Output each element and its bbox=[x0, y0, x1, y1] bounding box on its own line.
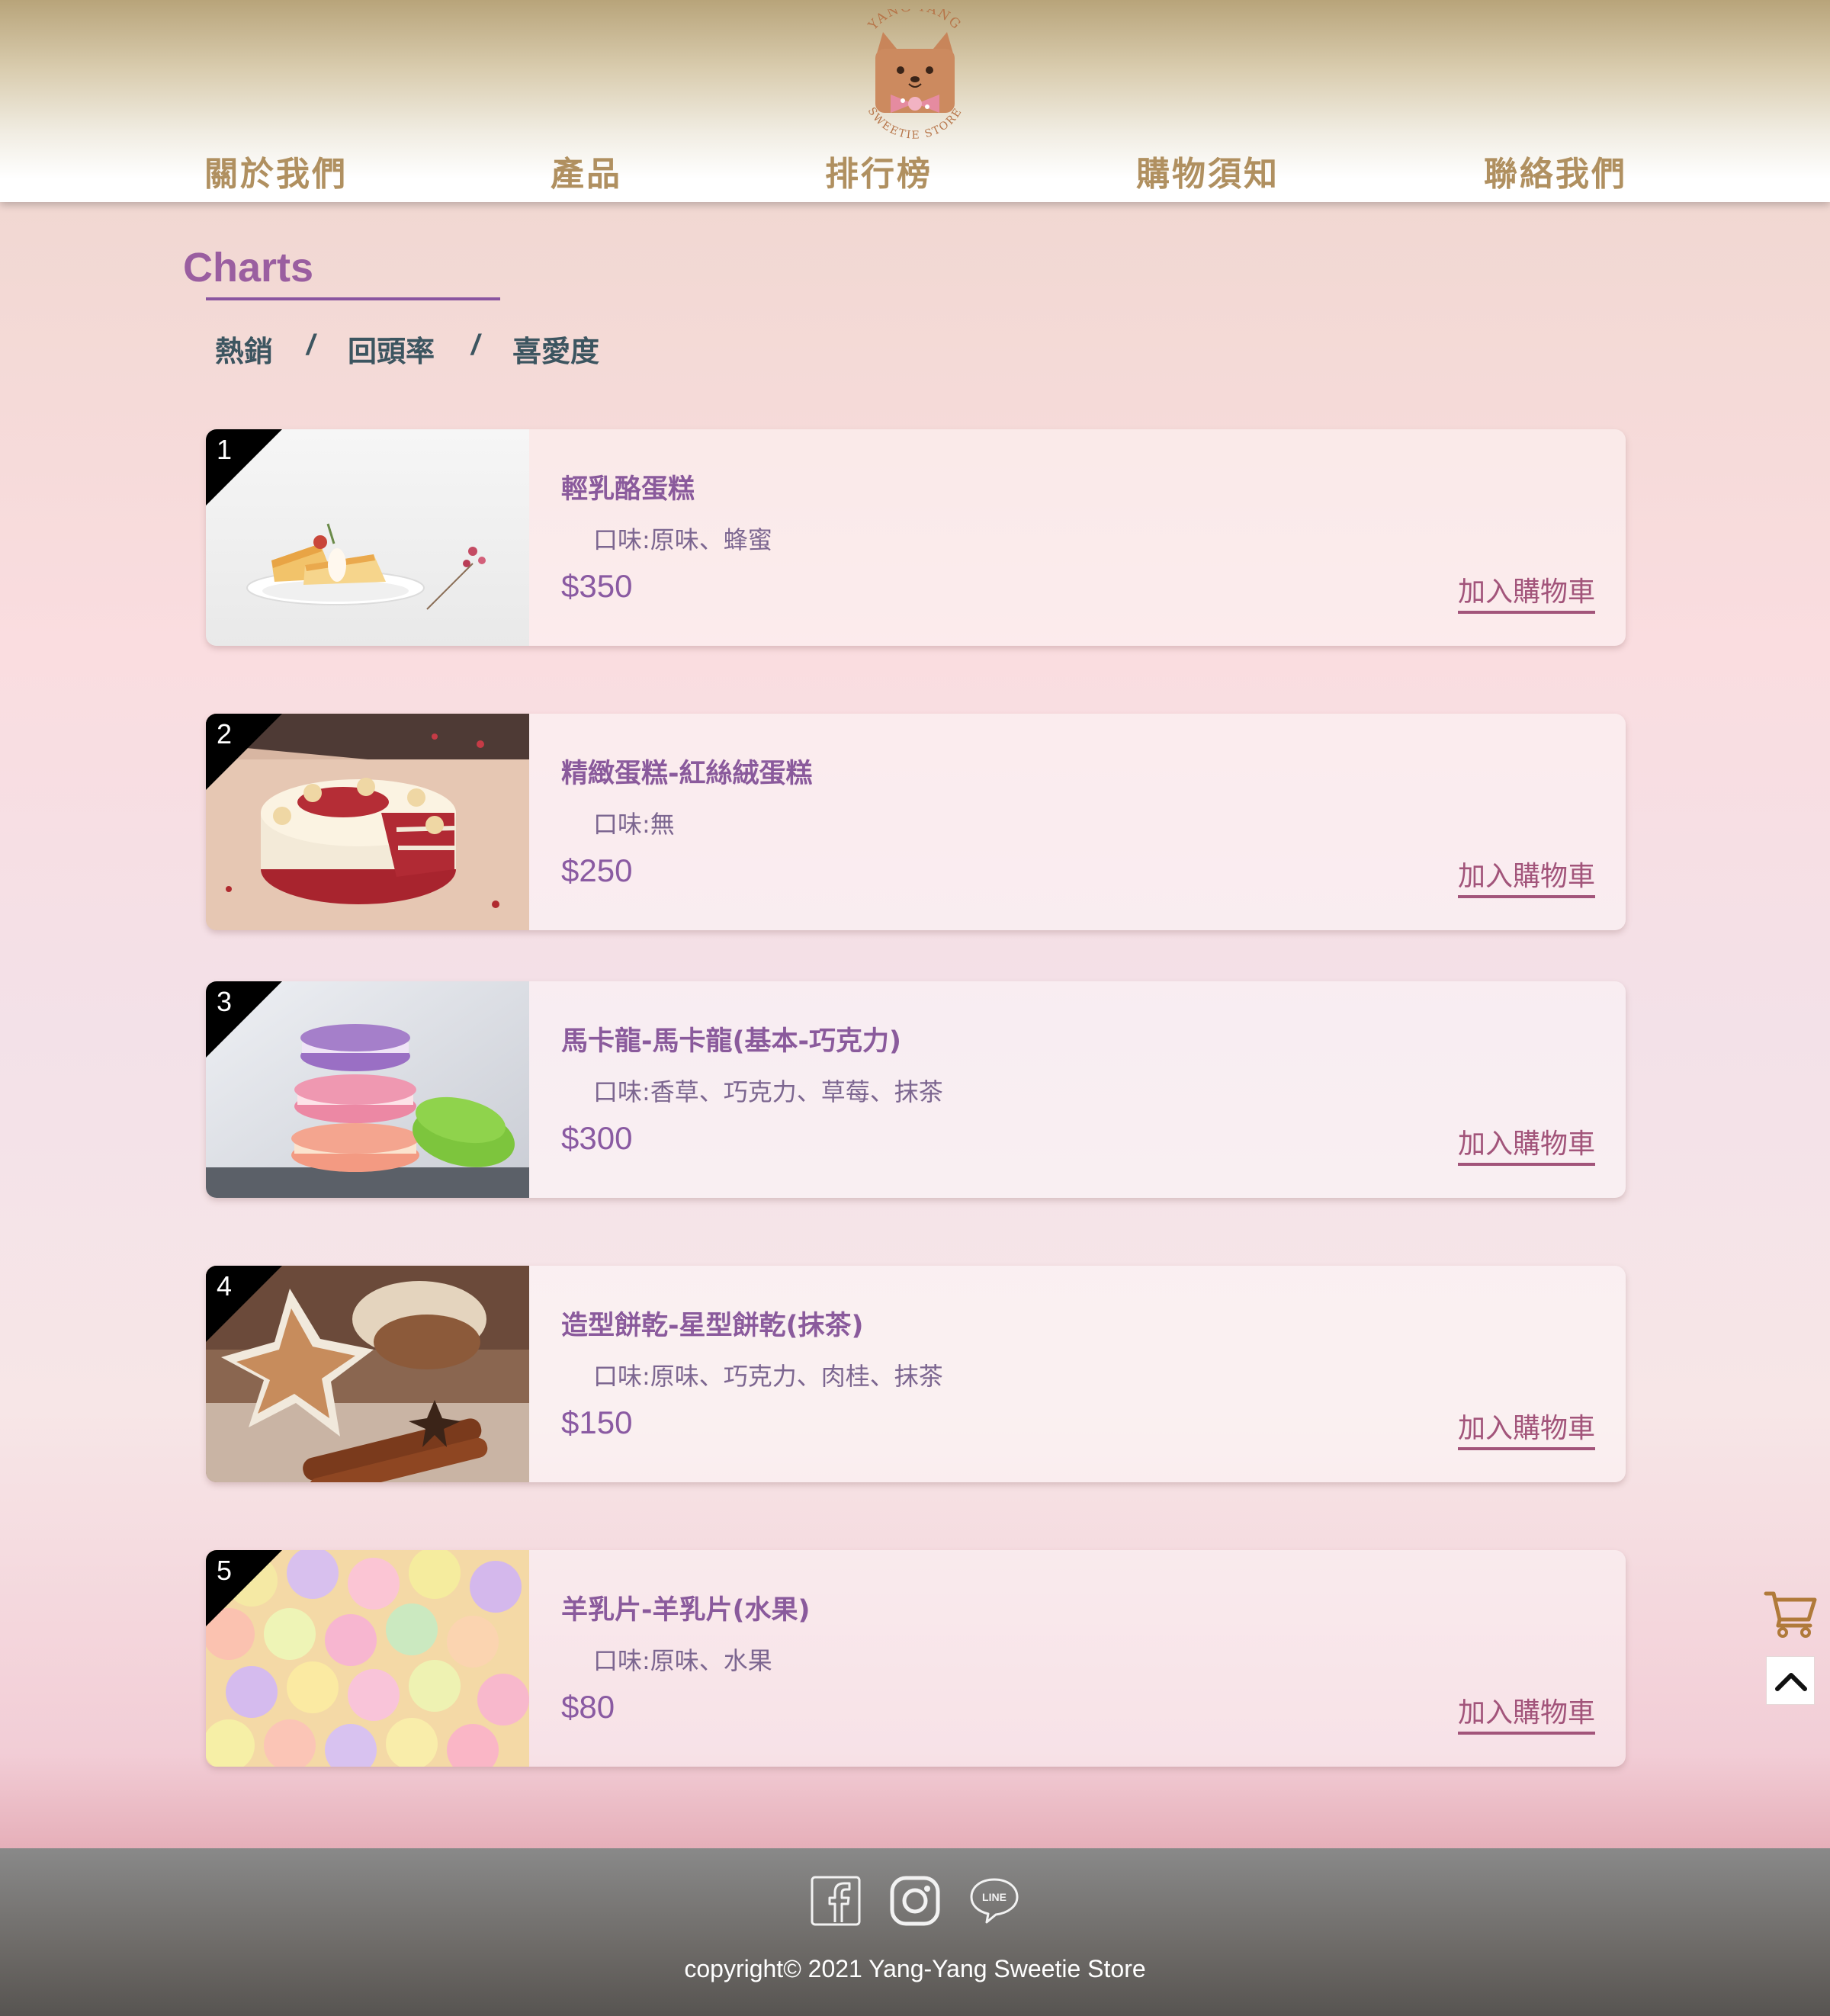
add-to-cart-link[interactable]: 加入購物車 bbox=[1457, 854, 1595, 898]
logo-top-text: YANG-YANG bbox=[865, 0, 962, 34]
product-flavor: 口味:無 bbox=[593, 810, 675, 839]
product-name[interactable]: 羊乳片-羊乳片(水果) bbox=[561, 1588, 811, 1627]
product-image-red-velvet-cake[interactable]: 2 bbox=[206, 714, 529, 930]
product-price: $250 bbox=[561, 852, 633, 888]
instagram-icon bbox=[890, 1876, 940, 1926]
instagram-link[interactable] bbox=[889, 1875, 941, 1927]
rank-number: 4 bbox=[217, 1270, 233, 1302]
product-name[interactable]: 輕乳酪蛋糕 bbox=[561, 467, 695, 506]
filter-separator: / bbox=[307, 329, 315, 361]
cat-mascot-icon: YANG-YANG SWEETIE STORE bbox=[865, 0, 964, 142]
product-image-macarons[interactable]: 3 bbox=[206, 981, 529, 1198]
rank-number: 3 bbox=[217, 986, 233, 1017]
nav-shopping-guide[interactable]: 購物須知 bbox=[1136, 146, 1279, 195]
product-name[interactable]: 造型餅乾-星型餅乾(抹茶) bbox=[561, 1304, 864, 1343]
nav-contact[interactable]: 聯絡我們 bbox=[1484, 146, 1627, 195]
rank-badge: 1 bbox=[206, 429, 282, 506]
product-flavor: 口味:原味、蜂蜜 bbox=[593, 525, 772, 554]
shopping-cart-icon bbox=[1764, 1591, 1817, 1638]
product-image-star-cookies[interactable]: 4 bbox=[206, 1266, 529, 1482]
line-icon: LINE bbox=[970, 1878, 1019, 1924]
filter-best-selling[interactable]: 熱銷 bbox=[215, 328, 273, 370]
nav-products[interactable]: 產品 bbox=[551, 146, 622, 195]
product-card: 4 造型餅乾-星型餅乾(抹茶) 口味:原味、巧克力、肉桂、抹茶 $150 加入購… bbox=[206, 1266, 1626, 1482]
add-to-cart-link[interactable]: 加入購物車 bbox=[1457, 1690, 1595, 1735]
site-header: YANG-YANG SWEETIE STORE 關於我們 產品 排行榜 購物須知… bbox=[0, 0, 1830, 202]
product-price: $150 bbox=[561, 1404, 633, 1440]
product-flavor: 口味:原味、水果 bbox=[593, 1646, 772, 1675]
svg-text:YANG-YANG: YANG-YANG bbox=[865, 9, 964, 34]
rank-badge: 4 bbox=[206, 1266, 282, 1342]
product-price: $300 bbox=[561, 1120, 633, 1156]
title-underline bbox=[206, 297, 500, 300]
facebook-icon bbox=[811, 1876, 861, 1926]
rank-number: 1 bbox=[217, 434, 233, 465]
rank-number: 5 bbox=[217, 1555, 233, 1586]
product-card: 3 馬卡龍-馬卡龍(基本-巧克力) 口味:香草、巧克力、草莓、抹茶 $300 加… bbox=[206, 981, 1626, 1198]
store-logo[interactable]: YANG-YANG SWEETIE STORE bbox=[852, 0, 978, 142]
product-name[interactable]: 馬卡龍-馬卡龍(基本-巧克力) bbox=[561, 1019, 901, 1058]
copyright-text: copyright© 2021 Yang-Yang Sweetie Store bbox=[684, 1955, 1146, 1982]
nav-charts[interactable]: 排行榜 bbox=[825, 146, 933, 195]
nav-about[interactable]: 關於我們 bbox=[204, 146, 348, 195]
add-to-cart-link[interactable]: 加入購物車 bbox=[1457, 1122, 1595, 1166]
product-image-candy-hearts[interactable]: 5 bbox=[206, 1550, 529, 1767]
product-name[interactable]: 精緻蛋糕-紅絲絨蛋糕 bbox=[561, 752, 813, 791]
product-flavor: 口味:香草、巧克力、草莓、抹茶 bbox=[593, 1077, 943, 1106]
cart-button[interactable] bbox=[1763, 1589, 1818, 1638]
filter-popularity[interactable]: 喜愛度 bbox=[512, 328, 599, 370]
page-title: Charts bbox=[183, 245, 314, 291]
add-to-cart-link[interactable]: 加入購物車 bbox=[1457, 1406, 1595, 1450]
rank-badge: 2 bbox=[206, 714, 282, 790]
filter-repurchase-rate[interactable]: 回頭率 bbox=[348, 328, 435, 370]
product-card: 2 精緻蛋糕-紅絲絨蛋糕 口味:無 $250 加入購物車 bbox=[206, 714, 1626, 930]
product-price: $350 bbox=[561, 568, 633, 604]
rank-badge: 3 bbox=[206, 981, 282, 1058]
product-card: 5 羊乳片-羊乳片(水果) 口味:原味、水果 $80 加入購物車 bbox=[206, 1550, 1626, 1767]
line-link[interactable]: LINE bbox=[968, 1875, 1020, 1927]
filter-separator: / bbox=[471, 329, 480, 361]
product-image-cheesecake[interactable]: 1 bbox=[206, 429, 529, 646]
add-to-cart-link[interactable]: 加入購物車 bbox=[1457, 570, 1595, 614]
rank-number: 2 bbox=[217, 718, 233, 750]
chevron-up-icon bbox=[1775, 1673, 1807, 1691]
product-flavor: 口味:原味、巧克力、肉桂、抹茶 bbox=[593, 1362, 943, 1391]
back-to-top-button[interactable] bbox=[1766, 1656, 1815, 1705]
facebook-link[interactable] bbox=[810, 1875, 862, 1927]
rank-badge: 5 bbox=[206, 1550, 282, 1626]
product-price: $80 bbox=[561, 1689, 615, 1725]
line-icon-label: LINE bbox=[982, 1891, 1006, 1903]
site-footer: LINE copyright© 2021 Yang-Yang Sweetie S… bbox=[0, 1848, 1830, 2016]
product-card: 1 輕乳酪蛋糕 口味:原味、蜂蜜 $350 加入購物車 bbox=[206, 429, 1626, 646]
